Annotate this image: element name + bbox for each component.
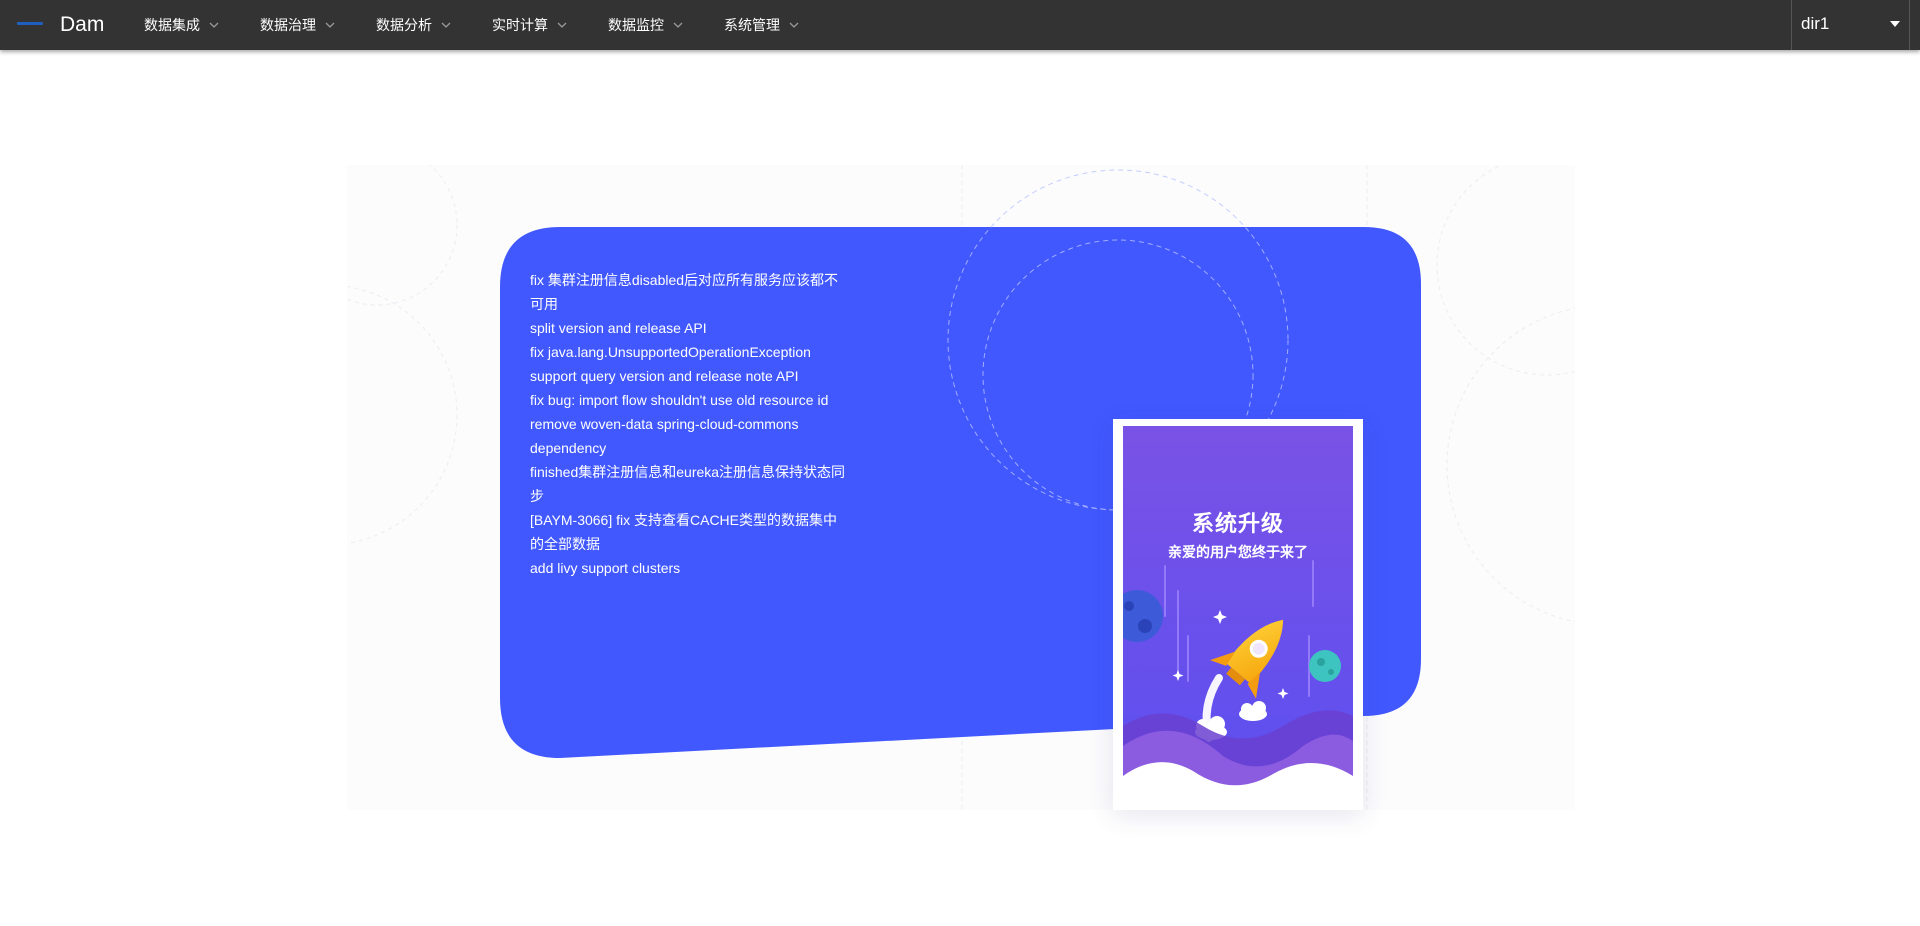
nav-item-label: 数据分析 xyxy=(376,17,432,33)
nav-item-label: 数据集成 xyxy=(144,17,200,33)
logo-icon[interactable] xyxy=(17,22,43,25)
release-note-item: fix bug: import flow shouldn't use old r… xyxy=(530,392,829,408)
nav-item-label: 数据监控 xyxy=(608,17,664,33)
release-note-item: finished集群注册信息和eureka注册信息保持状态同步 xyxy=(530,464,846,504)
poster-screen: 系统升级 亲爱的用户您终于来了 xyxy=(1123,426,1353,810)
release-note-item: fix 集群注册信息disabled后对应所有服务应该都不可用 xyxy=(530,272,839,312)
chevron-down-icon xyxy=(673,22,683,28)
top-navigation-bar: Dam 数据集成 数据治理 数据分析 实时计算 数据监控 系统管理 dir1 xyxy=(0,0,1920,50)
upgrade-poster: 系统升级 亲爱的用户您终于来了 xyxy=(1113,419,1363,810)
release-notes-list: fix 集群注册信息disabled后对应所有服务应该都不可用 split ve… xyxy=(530,268,850,580)
nav-item-label: 实时计算 xyxy=(492,17,548,33)
chevron-down-icon xyxy=(557,22,567,28)
poster-title: 系统升级 xyxy=(1191,512,1284,537)
nav-item-system-management[interactable]: 系统管理 xyxy=(713,0,829,50)
user-menu[interactable]: dir1 xyxy=(1791,0,1910,50)
release-note-item: support query version and release note A… xyxy=(530,368,799,384)
caret-down-icon xyxy=(1890,21,1900,27)
nav-item-data-analysis[interactable]: 数据分析 xyxy=(365,0,481,50)
planet-right xyxy=(1309,650,1341,682)
release-note-item: remove woven-data spring-cloud-commons d… xyxy=(530,416,799,456)
chevron-down-icon xyxy=(209,22,219,28)
nav-item-realtime-compute[interactable]: 实时计算 xyxy=(481,0,597,50)
chevron-down-icon xyxy=(441,22,451,28)
nav-item-data-governance[interactable]: 数据治理 xyxy=(249,0,365,50)
release-note-item: add livy support clusters xyxy=(530,560,681,576)
nav-item-data-monitoring[interactable]: 数据监控 xyxy=(597,0,713,50)
nav-item-label: 数据治理 xyxy=(260,17,316,33)
nav-item-data-integration[interactable]: 数据集成 xyxy=(133,0,249,50)
poster-subtitle: 亲爱的用户您终于来了 xyxy=(1168,545,1308,561)
release-note-item: split version and release API xyxy=(530,320,707,336)
release-note-item: [BAYM-3066] fix 支持查看CACHE类型的数据集中的全部数据 xyxy=(530,512,838,552)
release-note-item: fix java.lang.UnsupportedOperationExcept… xyxy=(530,344,811,360)
main-nav: 数据集成 数据治理 数据分析 实时计算 数据监控 系统管理 xyxy=(133,0,829,50)
nav-item-label: 系统管理 xyxy=(724,17,780,33)
poster-illustration xyxy=(1123,426,1353,810)
chevron-down-icon xyxy=(789,22,799,28)
chevron-down-icon xyxy=(325,22,335,28)
app-brand[interactable]: Dam xyxy=(60,12,104,38)
user-name: dir1 xyxy=(1801,14,1830,33)
